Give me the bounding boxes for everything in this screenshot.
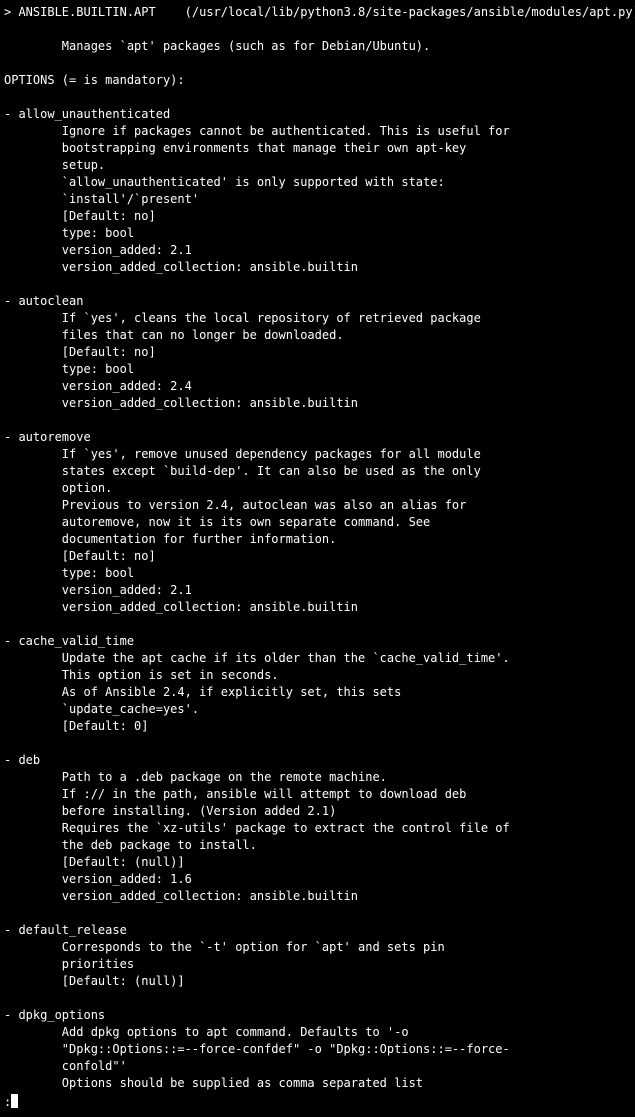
blank-line xyxy=(4,89,635,106)
option-detail: If `yes', remove unused dependency packa… xyxy=(4,446,635,463)
option-name-row: - deb xyxy=(4,752,635,769)
option-detail: version_added: 2.1 xyxy=(4,582,635,599)
option-detail: `install'/`present' xyxy=(4,191,635,208)
option-name-row: - cache_valid_time xyxy=(4,633,635,650)
option-detail: [Default: (null)] xyxy=(4,973,635,990)
option-detail: Ignore if packages cannot be authenticat… xyxy=(4,123,635,140)
option-detail: Options should be supplied as comma sepa… xyxy=(4,1075,635,1092)
option-detail: version_added_collection: ansible.builti… xyxy=(4,599,635,616)
option-name: default_release xyxy=(18,923,126,937)
option-detail: Corresponds to the `-t' option for `apt'… xyxy=(4,939,635,956)
option-detail: version_added: 2.4 xyxy=(4,378,635,395)
option-name: deb xyxy=(18,753,40,767)
option-detail: `allow_unauthenticated' is only supporte… xyxy=(4,174,635,191)
option-detail: autoremove, now it is its own separate c… xyxy=(4,514,635,531)
option-name: autoclean xyxy=(18,294,83,308)
blank-line xyxy=(4,905,635,922)
header-prefix: > xyxy=(4,5,18,19)
option-detail: [Default: no] xyxy=(4,208,635,225)
blank-line xyxy=(4,412,635,429)
option-detail: Previous to version 2.4, autoclean was a… xyxy=(4,497,635,514)
option-name: dpkg_options xyxy=(18,1008,105,1022)
option-detail: version_added: 2.1 xyxy=(4,242,635,259)
blank-line xyxy=(4,735,635,752)
option-detail: As of Ansible 2.4, if explicitly set, th… xyxy=(4,684,635,701)
option-detail: confold"' xyxy=(4,1058,635,1075)
blank-line xyxy=(4,276,635,293)
option-name-row: - default_release xyxy=(4,922,635,939)
option-detail: files that can no longer be downloaded. xyxy=(4,327,635,344)
option-detail: `update_cache=yes'. xyxy=(4,701,635,718)
cursor-icon xyxy=(11,1094,18,1108)
option-name: cache_valid_time xyxy=(18,634,134,648)
option-detail: version_added_collection: ansible.builti… xyxy=(4,395,635,412)
module-path: (/usr/local/lib/python3.8/site-packages/… xyxy=(185,5,635,19)
option-detail: states except `build-dep'. It can also b… xyxy=(4,463,635,480)
option-detail: version_added_collection: ansible.builti… xyxy=(4,259,635,276)
option-detail: [Default: 0] xyxy=(4,718,635,735)
option-detail: version_added: 1.6 xyxy=(4,871,635,888)
option-detail: type: bool xyxy=(4,565,635,582)
option-detail: documentation for further information. xyxy=(4,531,635,548)
blank-line xyxy=(4,616,635,633)
option-detail: priorities xyxy=(4,956,635,973)
option-detail: version_added_collection: ansible.builti… xyxy=(4,888,635,905)
option-name: allow_unauthenticated xyxy=(18,107,170,121)
option-detail: Add dpkg options to apt command. Default… xyxy=(4,1024,635,1041)
option-detail: [Default: (null)] xyxy=(4,854,635,871)
option-name-row: - autoremove xyxy=(4,429,635,446)
module-summary: Manages `apt' packages (such as for Debi… xyxy=(4,38,635,55)
module-name: ANSIBLE.BUILTIN.APT xyxy=(18,5,155,19)
option-name: autoremove xyxy=(18,430,90,444)
blank-line xyxy=(4,21,635,38)
option-detail: before installing. (Version added 2.1) xyxy=(4,803,635,820)
blank-line xyxy=(4,55,635,72)
option-detail: bootstrapping environments that manage t… xyxy=(4,140,635,157)
option-detail: the deb package to install. xyxy=(4,837,635,854)
option-detail: Update the apt cache if its older than t… xyxy=(4,650,635,667)
option-detail: [Default: no] xyxy=(4,548,635,565)
terminal-pager-view[interactable]: > ANSIBLE.BUILTIN.APT (/usr/local/lib/py… xyxy=(0,0,635,1117)
option-detail: If `yes', cleans the local repository of… xyxy=(4,310,635,327)
option-detail: "Dpkg::Options::=--force-confdef" -o "Dp… xyxy=(4,1041,635,1058)
option-detail: This option is set in seconds. xyxy=(4,667,635,684)
option-detail: Requires the `xz-utils' package to extra… xyxy=(4,820,635,837)
option-detail: type: bool xyxy=(4,225,635,242)
option-name-row: - allow_unauthenticated xyxy=(4,106,635,123)
option-detail: [Default: no] xyxy=(4,344,635,361)
option-detail: option. xyxy=(4,480,635,497)
option-name-row: - autoclean xyxy=(4,293,635,310)
option-detail: If :// in the path, ansible will attempt… xyxy=(4,786,635,803)
option-name-row: - dpkg_options xyxy=(4,1007,635,1024)
blank-line xyxy=(4,990,635,1007)
option-detail: setup. xyxy=(4,157,635,174)
options-header: OPTIONS (= is mandatory): xyxy=(4,72,635,89)
option-detail: type: bool xyxy=(4,361,635,378)
pager-prompt[interactable]: : xyxy=(4,1094,18,1111)
option-detail: Path to a .deb package on the remote mac… xyxy=(4,769,635,786)
module-header-line: > ANSIBLE.BUILTIN.APT (/usr/local/lib/py… xyxy=(4,4,635,21)
